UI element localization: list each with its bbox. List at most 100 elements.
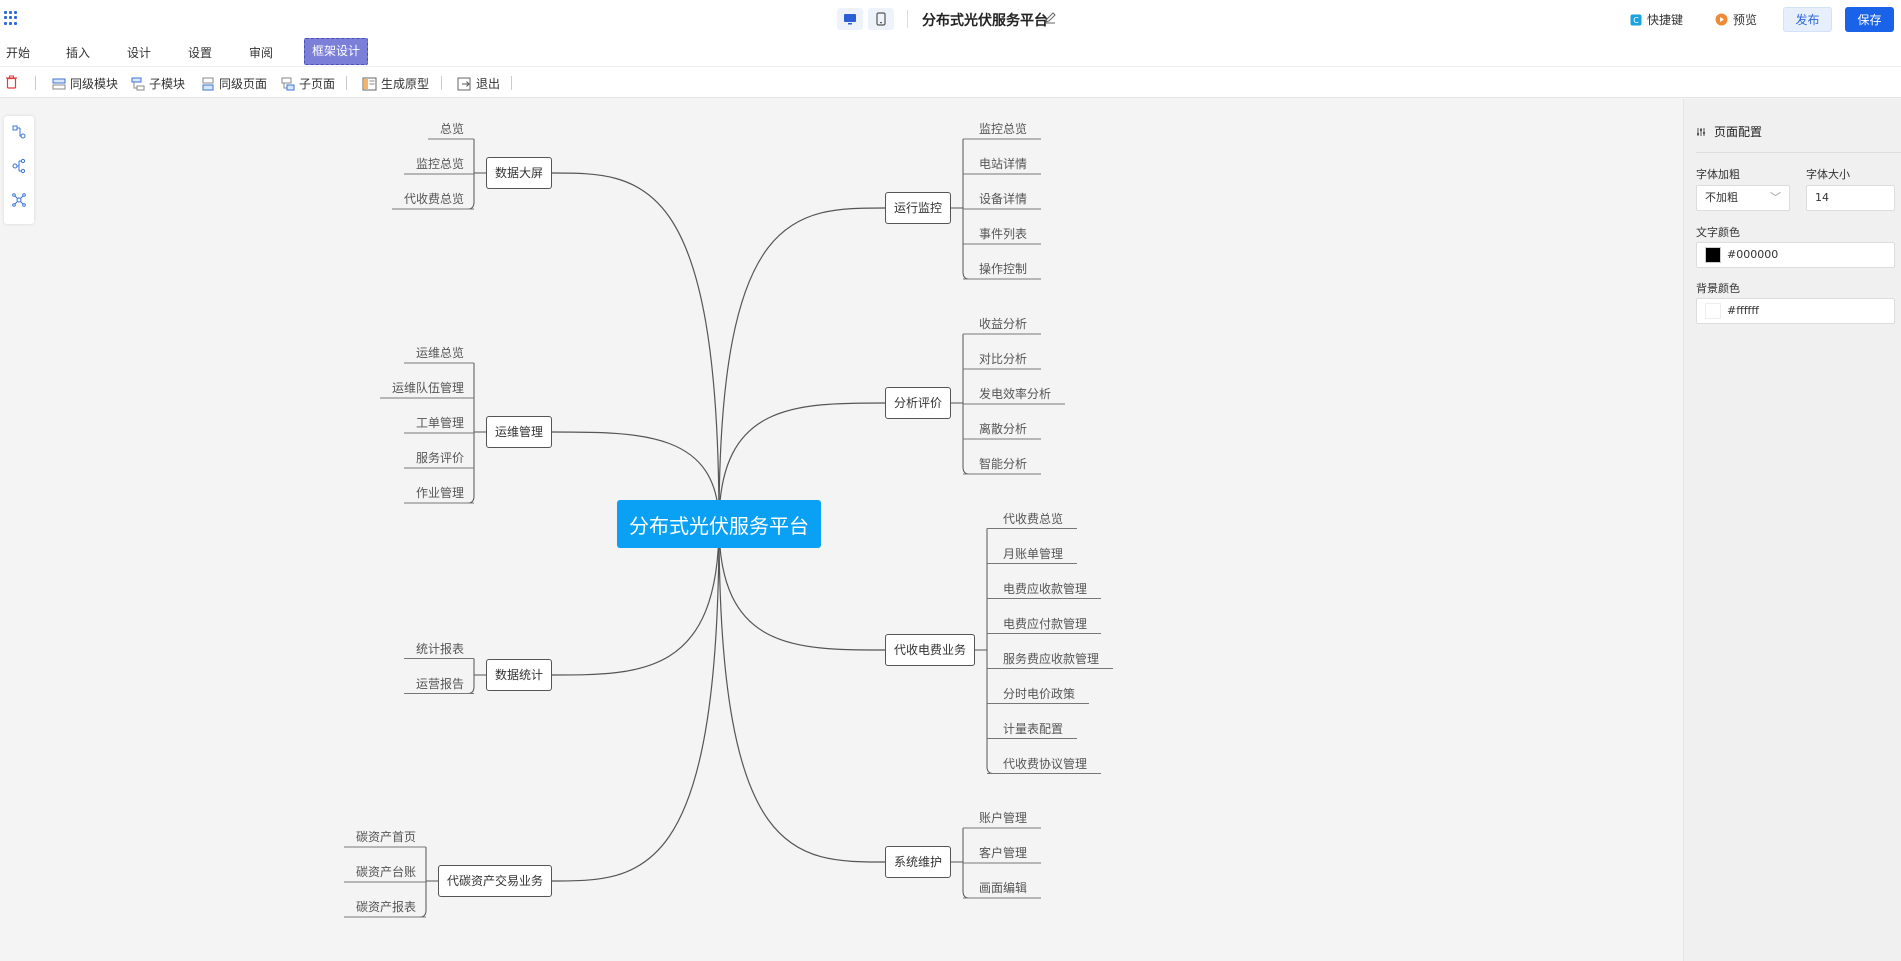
mindmap-branch-node[interactable]: 数据统计 [486,659,553,691]
mindmap-leaf-node[interactable]: 电费应收款管理 [1003,579,1087,601]
mindmap-leaf-node[interactable]: 分时电价政策 [1003,684,1075,706]
preview-button[interactable]: 预览 [1715,11,1757,28]
connector-line [718,207,886,525]
mindmap-leaf-node[interactable]: 离散分析 [979,419,1027,441]
mindmap-leaf-node[interactable]: 操作控制 [979,259,1027,281]
connector-line [718,523,886,863]
mindmap-leaf-node[interactable]: 运营报告 [416,674,464,696]
generate-prototype-button[interactable]: 生成原型 [362,75,429,92]
mobile-view-button[interactable] [868,8,894,30]
panel-header: 页面配置 [1696,123,1762,140]
bg-color-input[interactable]: #ffffff [1696,298,1895,324]
settings-sliders-icon [1697,127,1705,136]
bg-color-value: #ffffff [1727,304,1759,317]
document-title: 分布式光伏服务平台 [922,13,1048,29]
mindmap-leaf-node[interactable]: 智能分析 [979,454,1027,476]
delete-icon[interactable] [5,75,18,89]
bg-color-label: 背景颜色 [1696,282,1740,295]
connector-line [551,172,720,525]
font-weight-select[interactable]: 不加粗 ﹀ [1696,185,1790,211]
publish-button[interactable]: 发布 [1783,7,1832,32]
mindmap-leaf-node[interactable]: 设备详情 [979,189,1027,211]
tablet-icon [876,12,886,26]
mindmap-leaf-node[interactable]: 代收费总览 [404,189,464,211]
mindmap-leaf-node[interactable]: 对比分析 [979,349,1027,371]
child-page-button[interactable]: 子页面 [281,75,335,92]
mindmap-leaf-node[interactable]: 服务评价 [416,448,464,470]
tab-settings[interactable]: 设置 [188,44,212,61]
pencil-icon[interactable] [1044,11,1057,24]
text-color-input[interactable]: #000000 [1696,242,1895,268]
exit-label: 退出 [476,77,501,91]
mindmap-leaf-node[interactable]: 收益分析 [979,314,1027,336]
mindmap-leaf-node[interactable]: 运维总览 [416,343,464,365]
exit-icon [457,77,471,90]
child-page-icon [281,77,295,90]
prototype-icon [362,77,377,90]
app-grid-icon[interactable] [4,11,18,25]
mindmap-leaf-node[interactable]: 月账单管理 [1003,544,1063,566]
desktop-view-button[interactable] [837,8,863,30]
mindmap-leaf-node[interactable]: 统计报表 [416,639,464,661]
tab-review[interactable]: 审阅 [249,44,273,61]
radial-layout-icon[interactable] [11,192,27,208]
title-divider [907,10,908,28]
mindmap-leaf-node[interactable]: 账户管理 [979,808,1027,830]
mindmap-leaf-node[interactable]: 服务费应收款管理 [1003,649,1099,671]
sibling-page-button[interactable]: 同级页面 [201,75,267,92]
mindmap-leaf-node[interactable]: 碳资产报表 [356,897,416,919]
panel-title: 页面配置 [1714,125,1763,139]
tab-design[interactable]: 设计 [127,44,151,61]
text-color-swatch[interactable] [1705,247,1721,263]
properties-panel: 页面配置 字体加粗 字体大小 不加粗 ﹀ 14 文字颜色 #000000 背景颜… [1683,99,1901,961]
sibling-module-button[interactable]: 同级模块 [52,75,118,92]
bg-color-swatch[interactable] [1705,303,1721,319]
mindmap-leaf-node[interactable]: 监控总览 [416,154,464,176]
generate-prototype-label: 生成原型 [381,77,430,91]
mindmap-leaf-node[interactable]: 工单管理 [416,413,464,435]
sibling-page-label: 同级页面 [219,77,268,91]
mindmap-branch-node[interactable]: 代收电费业务 [885,634,976,666]
mindmap-leaf-node[interactable]: 事件列表 [979,224,1027,246]
tab-start[interactable]: 开始 [6,44,30,61]
mindmap-leaf-node[interactable]: 运维队伍管理 [392,378,464,400]
exit-button[interactable]: 退出 [457,75,500,92]
mindmap-root-node[interactable]: 分布式光伏服务平台 [617,500,821,548]
mindmap-leaf-node[interactable]: 画面编辑 [979,878,1027,900]
mindmap-branch-node[interactable]: 分析评价 [885,387,952,419]
mindmap-canvas[interactable]: 分布式光伏服务平台 数据大屏 总览 监控总览 代收费总览 运维管理 运维总览 运维队伍管理工… [0,99,1683,961]
shortcut-button[interactable]: C 快捷键 [1630,11,1683,28]
tab-insert[interactable]: 插入 [66,44,90,61]
mindmap-leaf-node[interactable]: 客户管理 [979,843,1027,865]
font-size-input[interactable]: 14 [1806,185,1895,211]
child-module-button[interactable]: 子模块 [131,75,185,92]
save-button[interactable]: 保存 [1845,7,1894,32]
toolbar-divider [441,76,442,90]
mindmap-branch-node[interactable]: 运维管理 [486,416,553,448]
mindmap-leaf-node[interactable]: 代收费协议管理 [1003,754,1087,776]
mindmap-leaf-node[interactable]: 代收费总览 [1003,509,1063,531]
sibling-module-label: 同级模块 [70,77,119,91]
mindmap-leaf-node[interactable]: 碳资产首页 [356,827,416,849]
menu-bar: 开始 插入 设计 设置 审阅 框架设计 [0,38,1901,66]
mindmap-leaf-node[interactable]: 作业管理 [416,483,464,505]
mindmap-leaf-node[interactable]: 发电效率分析 [979,384,1051,406]
toolbar-divider [511,76,512,90]
mindmap-leaf-node[interactable]: 电费应付款管理 [1003,614,1087,636]
mindmap-leaf-node[interactable]: 电站详情 [979,154,1027,176]
mindmap-branch-node[interactable]: 系统维护 [885,846,952,878]
mindmap-branch-node[interactable]: 运行监控 [885,192,952,224]
mindmap-leaf-node[interactable]: 监控总览 [979,119,1027,141]
mindmap-branch-node[interactable]: 代碳资产交易业务 [438,865,553,897]
mindmap-leaf-node[interactable]: 碳资产台账 [356,862,416,884]
chevron-down-icon: ﹀ [1770,191,1781,204]
tree-layout-icon[interactable] [11,124,27,140]
mindmap-branch-node[interactable]: 数据大屏 [486,157,553,189]
tab-framework-design[interactable]: 框架设计 [304,38,369,65]
connector-line [986,528,994,774]
monitor-icon [844,13,856,24]
mindmap-leaf-node[interactable]: 计量表配置 [1003,719,1063,741]
mindmap-layout-icon[interactable] [11,158,27,174]
mindmap-leaf-node[interactable]: 总览 [440,119,464,141]
child-page-label: 子页面 [299,77,336,91]
